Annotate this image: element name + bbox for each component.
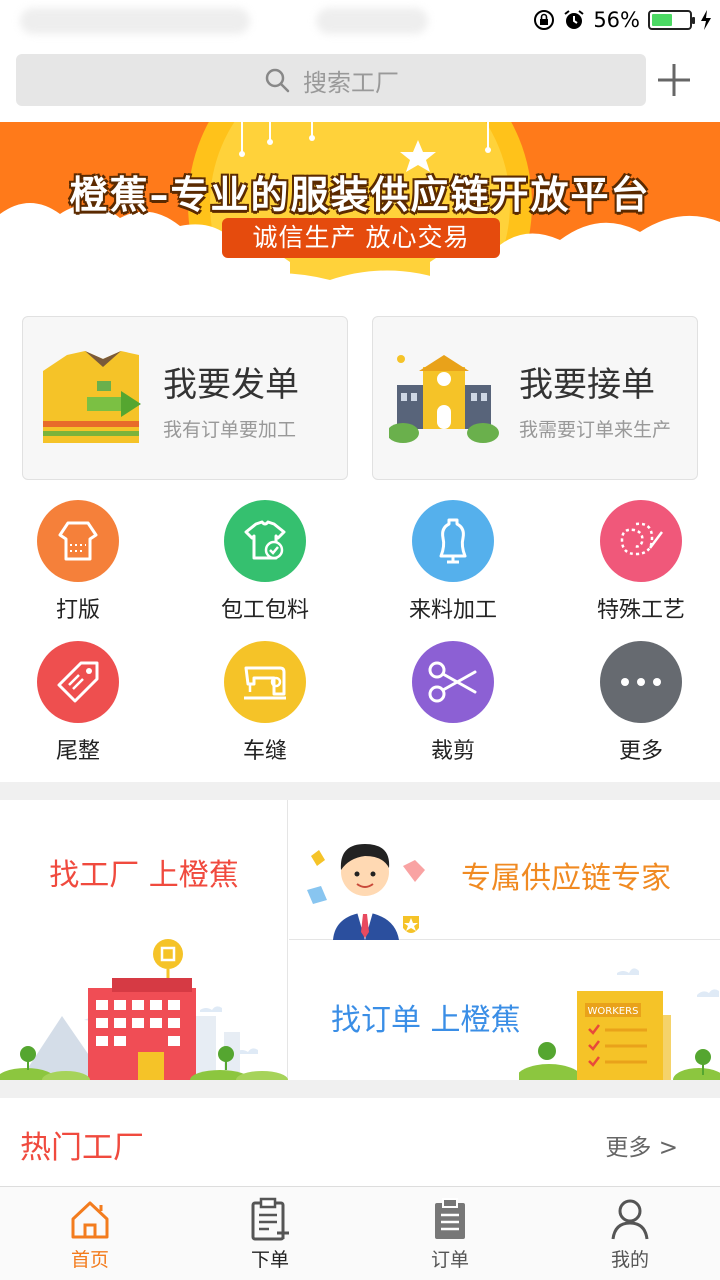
tab-home-label: 首页 (70, 1249, 109, 1271)
expert-avatar-illustration (307, 844, 425, 940)
find-order-title: 找订单 上橙蕉 (331, 1003, 521, 1038)
take-order-card[interactable]: 我要接单 我需要订单来生产 (372, 316, 698, 480)
sewing-machine-icon (244, 666, 286, 700)
category-sewing[interactable]: 车缝 (190, 641, 340, 765)
category-full-package[interactable]: 包工包料 (190, 500, 340, 624)
category-label: 特殊工艺 (596, 598, 685, 623)
category-3-circle (600, 500, 682, 582)
category-label: 打版 (55, 598, 100, 623)
workers-board-illustration: WORKERS (519, 968, 720, 1080)
more-dots-icon (621, 678, 661, 686)
tab-orders[interactable]: 订单 (360, 1187, 540, 1280)
factory-building-illustration (0, 939, 288, 1080)
tab-profile[interactable]: 我的 (540, 1187, 720, 1280)
tag-icon (57, 661, 99, 703)
category-4-circle (37, 641, 119, 723)
category-1-circle (224, 500, 306, 582)
category-label: 来料加工 (408, 598, 497, 623)
category-material-processing[interactable]: 来料加工 (378, 500, 528, 624)
tab-place-order-label: 下单 (250, 1249, 289, 1271)
find-factory-title: 找工厂 上橙蕉 (49, 858, 239, 893)
workers-sign: WORKERS (588, 1006, 639, 1017)
bottom-tab-bar: 首页 下单 订单 我的 (0, 1186, 720, 1280)
hot-factories-more-link[interactable]: 更多 > (605, 1128, 678, 1162)
category-2-circle (412, 500, 494, 582)
post-order-card[interactable]: 我要发单 我有订单要加工 (22, 316, 348, 480)
home-icon (71, 1201, 109, 1239)
post-order-title: 我要发单 (163, 365, 299, 405)
tab-home[interactable]: 首页 (0, 1187, 180, 1280)
banner-title: 橙蕉–专业的服装供应链开放平台 (69, 173, 651, 217)
search-icon (265, 68, 290, 93)
clipboard-add-icon (251, 1197, 289, 1241)
category-5-circle (224, 641, 306, 723)
app-screen: 56% 搜索工厂 橙蕉–专业的服装供应链开放平台 诚信生产 放心交易 我要发单 … (0, 0, 720, 1280)
category-label: 裁剪 (430, 739, 475, 764)
school-building-icon (389, 355, 499, 443)
charging-icon (701, 10, 711, 30)
pattern-shirt-icon (58, 521, 98, 561)
category-label: 尾整 (55, 739, 100, 764)
shirt-arrow-icon (43, 351, 141, 443)
tab-place-order[interactable]: 下单 (180, 1187, 360, 1280)
supply-chain-expert-title: 专属供应链专家 (461, 861, 671, 896)
category-label: 车缝 (242, 739, 287, 764)
tab-profile-label: 我的 (610, 1249, 649, 1271)
network-blur (316, 8, 428, 34)
scissors-icon (428, 661, 477, 703)
tab-orders-label: 订单 (430, 1249, 469, 1271)
mannequin-icon (439, 518, 467, 564)
banner-subtitle: 诚信生产 放心交易 (222, 218, 500, 258)
embroidery-icon (620, 522, 663, 556)
status-bar: 56% (0, 0, 720, 40)
category-pattern-making[interactable]: 打版 (3, 500, 153, 624)
search-placeholder: 搜索工厂 (303, 68, 399, 97)
search-input[interactable]: 搜索工厂 (16, 54, 646, 106)
take-order-title: 我要接单 (519, 365, 655, 405)
tshirt-check-icon (244, 520, 286, 560)
clipboard-list-icon (435, 1198, 465, 1239)
category-special-craft[interactable]: 特殊工艺 (566, 500, 716, 624)
section-divider (0, 782, 720, 800)
category-finishing[interactable]: 尾整 (3, 641, 153, 765)
take-order-subtitle: 我需要订单来生产 (519, 419, 672, 441)
alarm-icon (564, 10, 584, 29)
add-button[interactable] (650, 56, 698, 104)
find-factory-promo[interactable]: 找工厂 上橙蕉 (0, 800, 288, 1080)
promo-banner[interactable]: 橙蕉–专业的服装供应链开放平台 诚信生产 放心交易 (0, 122, 720, 292)
battery-icon (648, 10, 695, 30)
category-label: 包工包料 (220, 598, 309, 623)
find-order-promo[interactable]: 找订单 上橙蕉 WORKERS (289, 941, 720, 1080)
orientation-lock-icon (534, 10, 555, 30)
category-6-circle (412, 641, 494, 723)
battery-percent: 56% (593, 8, 640, 32)
supply-chain-expert-promo[interactable]: 专属供应链专家 (289, 800, 720, 940)
category-7-circle (600, 641, 682, 723)
carrier-blur (20, 8, 250, 34)
category-label: 更多 (618, 739, 663, 764)
hot-factories-header: 热门工厂 更多 > (0, 1098, 720, 1184)
hot-factories-title: 热门工厂 (20, 1130, 144, 1166)
category-0-circle (37, 500, 119, 582)
post-order-subtitle: 我有订单要加工 (163, 419, 297, 441)
user-icon (611, 1199, 649, 1240)
section-divider-2 (0, 1080, 720, 1098)
category-cutting[interactable]: 裁剪 (378, 641, 528, 765)
category-more[interactable]: 更多 (566, 641, 716, 765)
